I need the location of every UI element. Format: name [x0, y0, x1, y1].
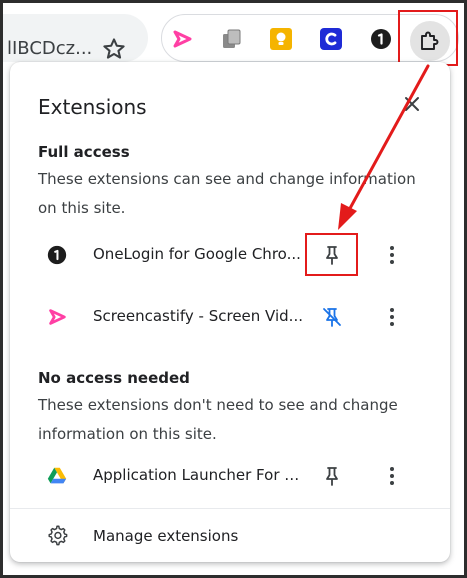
manage-extensions-label: Manage extensions — [93, 527, 239, 545]
screencastify-icon[interactable] — [170, 27, 194, 51]
extension-row-screencastify[interactable]: Screencastify - Screen Vid... — [10, 297, 450, 337]
popup-title: Extensions — [38, 95, 147, 119]
pin-highlight-box — [305, 233, 358, 276]
browser-toolbar: lIBCDcz... — [3, 3, 464, 65]
more-options-icon[interactable] — [380, 243, 404, 267]
unpinned-pin-icon[interactable] — [320, 305, 344, 329]
extension-row-application-launcher[interactable]: Application Launcher For D... — [10, 456, 450, 496]
pin-icon[interactable] — [320, 464, 344, 488]
extension-row-onelogin[interactable]: OneLogin for Google Chro... — [10, 235, 450, 275]
bookmark-star-icon[interactable] — [101, 36, 127, 62]
gear-icon — [48, 525, 68, 546]
extension-name: Application Launcher For D... — [93, 466, 303, 484]
address-bar-text: lIBCDcz... — [7, 38, 93, 59]
copy-extension-icon[interactable] — [220, 27, 244, 51]
extension-name: Screencastify - Screen Vid... — [93, 307, 303, 325]
no-access-description: These extensions don't need to see and c… — [38, 396, 398, 443]
manage-extensions-button[interactable]: Manage extensions — [10, 514, 450, 558]
more-options-icon[interactable] — [380, 305, 404, 329]
screencastify-icon — [49, 309, 66, 325]
more-options-icon[interactable] — [380, 464, 404, 488]
extension-name: OneLogin for Google Chro... — [93, 245, 301, 263]
address-bar[interactable]: lIBCDcz... — [3, 14, 148, 62]
google-drive-icon — [47, 467, 67, 484]
onelogin-icon[interactable] — [369, 27, 393, 51]
popup-divider — [10, 508, 450, 509]
extensions-popup: Extensions Full access These extensions … — [10, 62, 450, 562]
c-extension-icon[interactable] — [319, 27, 343, 51]
full-access-description: These extensions can see and change info… — [38, 170, 416, 217]
full-access-title: Full access — [38, 143, 130, 161]
yellow-extension-icon[interactable] — [269, 27, 293, 51]
no-access-title: No access needed — [38, 369, 190, 387]
close-icon[interactable] — [400, 92, 424, 116]
onelogin-icon — [47, 245, 67, 265]
puzzle-highlight-box — [398, 10, 458, 66]
